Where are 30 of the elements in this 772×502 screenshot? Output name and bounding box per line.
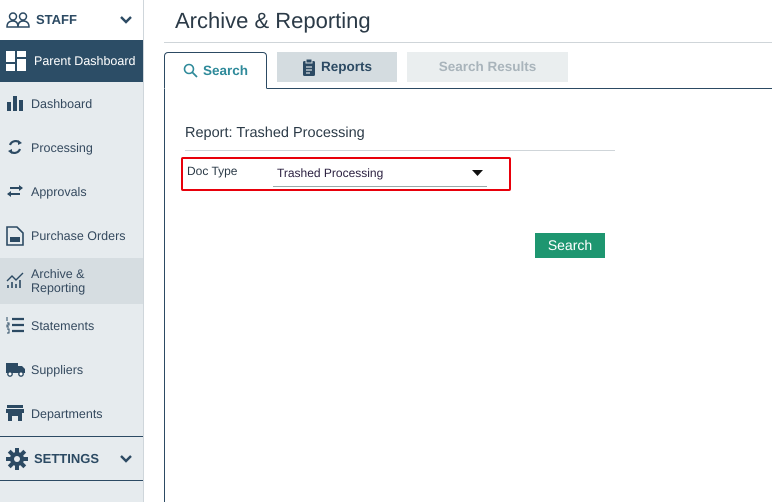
- tab[interactable]: Reports: [277, 52, 398, 82]
- clipboard-icon: [302, 58, 316, 76]
- nav-item[interactable]: Archive & Reporting: [0, 258, 143, 304]
- document-icon: [6, 226, 25, 246]
- caret-icon: [472, 170, 483, 176]
- storefront-icon: [6, 404, 25, 424]
- parent-dashboard-item[interactable]: Parent Dashboard: [0, 40, 143, 82]
- nav-item[interactable]: Statements: [0, 304, 143, 348]
- nav-item[interactable]: Processing: [0, 126, 143, 170]
- nav-item[interactable]: Purchase Orders: [0, 214, 143, 258]
- bar-chart-icon: [6, 94, 25, 114]
- numbered-list-icon: [6, 316, 25, 336]
- people-icon: [6, 12, 30, 28]
- truck-icon: [6, 360, 25, 380]
- settings-icon: [6, 448, 28, 470]
- nav-item[interactable]: Departments: [0, 392, 143, 436]
- dashboard-grid-icon: [6, 51, 26, 71]
- nav-item[interactable]: Approvals: [0, 170, 143, 214]
- search-button[interactable]: Search: [535, 233, 605, 258]
- nav-item[interactable]: Suppliers: [0, 348, 143, 392]
- settings-header[interactable]: SETTINGS: [0, 436, 143, 481]
- search-icon: [183, 63, 198, 78]
- staff-header[interactable]: STAFF: [0, 0, 143, 40]
- report-title: Report: Trashed Processing: [185, 123, 615, 152]
- doc-type-dropdown[interactable]: Trashed Processing: [273, 162, 487, 188]
- page-title: Archive & Reporting: [175, 8, 372, 34]
- line-chart-icon: [6, 271, 25, 291]
- tab[interactable]: Search: [164, 52, 268, 90]
- field-label: Doc Type: [187, 163, 238, 180]
- nav-item[interactable]: Dashboard: [0, 82, 143, 126]
